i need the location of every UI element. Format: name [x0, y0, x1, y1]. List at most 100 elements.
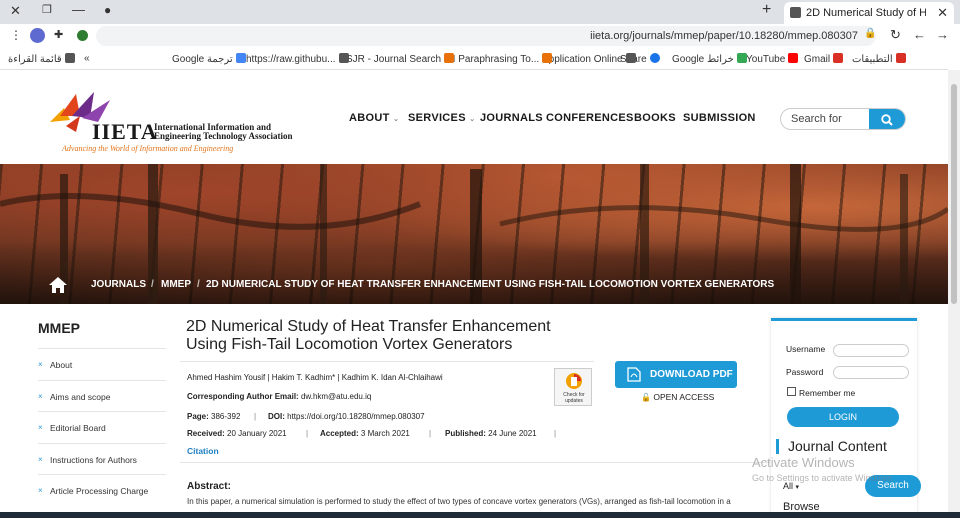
bookmark-reading-list[interactable]: قائمة القراءة [8, 53, 75, 65]
activate-windows-watermark: Activate Windows [752, 455, 855, 470]
paper-accepted: Accepted: 3 March 2021 [320, 429, 410, 438]
password-label: Password [786, 367, 824, 377]
github-icon [338, 53, 349, 63]
home-icon[interactable] [48, 276, 68, 294]
bookmark-sjr[interactable]: SJR - Journal Search [346, 53, 455, 65]
menu-kebab-icon[interactable]: ⋮ [10, 28, 22, 42]
bullet-icon: × [38, 360, 43, 369]
paper-doi: DOI: https://doi.org/10.18280/mmep.08030… [268, 412, 425, 421]
open-access-badge: 🔓 OPEN ACCESS [641, 392, 715, 402]
scrollbar-thumb[interactable] [951, 84, 957, 304]
logo-text: IIETA [92, 119, 158, 144]
site-search[interactable]: Search for [780, 108, 906, 130]
sidebar-item-about[interactable]: × About [38, 348, 166, 379]
sidebar-item-aims[interactable]: × Aims and scope [38, 380, 166, 411]
share-icon [649, 53, 660, 63]
nav-books[interactable]: BOOKS [634, 112, 676, 124]
bullet-icon: × [38, 392, 43, 401]
divider [180, 462, 770, 463]
youtube-icon [788, 53, 799, 63]
download-pdf-button[interactable]: DOWNLOAD PDF [615, 361, 737, 388]
citation-link[interactable]: Citation [187, 446, 219, 456]
paper-authors[interactable]: Ahmed Hashim Yousif | Hakim T. Kadhim* |… [187, 373, 443, 382]
remember-me-checkbox[interactable] [787, 387, 796, 396]
back-icon[interactable]: ← [913, 27, 926, 42]
lock-icon[interactable]: 🔒 [864, 28, 876, 39]
crossmark-icon [566, 373, 582, 389]
browser-tab[interactable]: 2D Numerical Study of Heat Tran ✕ [784, 2, 954, 24]
login-button[interactable]: LOGIN [787, 407, 899, 427]
bookmark-raw-github[interactable]: https://raw.githubu... [246, 53, 349, 65]
bullet-icon: × [38, 423, 43, 432]
tab-close-icon[interactable]: ✕ [937, 5, 948, 21]
breadcrumb-mmep[interactable]: MMEP [161, 279, 191, 290]
sjr-icon [444, 53, 455, 63]
nav-journals[interactable]: JOURNALS [480, 112, 543, 124]
nav-services[interactable]: SERVICES ⌄ [408, 112, 475, 124]
paper-title: 2D Numerical Study of Heat Transfer Enha… [186, 318, 551, 353]
site-logo[interactable]: IIETA International Information and Engi… [46, 86, 310, 158]
meta-separator: | [429, 429, 432, 438]
nav-conferences[interactable]: CONFERENCES [546, 112, 634, 124]
download-pdf-label: DOWNLOAD PDF [650, 369, 733, 380]
password-input[interactable] [833, 366, 909, 379]
minimize-window-icon[interactable]: — [72, 2, 85, 17]
meta-separator: | [554, 429, 557, 438]
nav-submission[interactable]: SUBMISSION [683, 112, 756, 124]
site-header: IIETA International Information and Engi… [0, 70, 948, 164]
logo-tagline: Advancing the World of Information and E… [62, 144, 234, 153]
reload-icon[interactable]: ↻ [890, 27, 901, 43]
hero-banner: JOURNALS / MMEP / 2D NUMERICAL STUDY OF … [0, 164, 948, 304]
sidebar-item-instructions[interactable]: × Instructions for Authors [38, 443, 166, 474]
browser-tab-bar: ✕ ❐ — ● + 2D Numerical Study of Heat Tra… [0, 0, 960, 24]
chevron-down-icon: ⌄ [392, 116, 400, 123]
search-input[interactable]: Search for [791, 113, 842, 125]
application-icon [625, 53, 636, 63]
new-tab-icon[interactable]: + [762, 1, 771, 19]
tab-search-icon[interactable]: ● [104, 3, 111, 17]
gmail-icon [833, 53, 844, 63]
username-input[interactable] [833, 344, 909, 357]
paper-pages: Page: 386-392 [187, 412, 241, 421]
bookmark-gmail[interactable]: Gmail [804, 53, 844, 65]
logo-line2: Engineering Technology Association [154, 131, 293, 141]
corresponding-email[interactable]: dw.hkm@atu.edu.iq [301, 392, 371, 401]
restore-window-icon[interactable]: ❐ [42, 3, 52, 16]
doi-link[interactable]: https://doi.org/10.18280/mmep.080307 [287, 412, 424, 421]
profile-avatar[interactable] [30, 28, 45, 43]
chevron-down-icon: ▾ [795, 484, 800, 491]
crossmark-label: Check for updates [563, 392, 585, 404]
paraphrasing-icon [542, 53, 553, 63]
breadcrumb-journals[interactable]: JOURNALS [91, 279, 146, 290]
sidebar-item-editorial-board[interactable]: × Editorial Board [38, 411, 166, 442]
search-button[interactable] [869, 109, 905, 129]
bookmark-google-maps[interactable]: Google خرائط [672, 53, 747, 65]
bookmarks-overflow-icon[interactable]: « [84, 53, 90, 64]
bullet-icon: × [38, 455, 43, 464]
bookmark-apps[interactable]: التطبيقات [852, 53, 906, 65]
paper-published: Published: 24 June 2021 [445, 429, 537, 438]
breadcrumb-separator: / [197, 279, 200, 290]
extensions-icon[interactable]: ✚ [54, 28, 63, 41]
extension-icon[interactable] [77, 30, 88, 41]
close-window-icon[interactable]: ✕ [10, 3, 21, 19]
journal-content-heading: Journal Content [776, 439, 887, 454]
os-taskbar [0, 512, 960, 518]
abstract-heading: Abstract: [187, 481, 231, 492]
url-field[interactable]: iieta.org/journals/mmep/paper/10.18280/m… [96, 26, 876, 46]
url-text: iieta.org/journals/mmep/paper/10.18280/m… [590, 30, 858, 42]
sidebar-title: MMEP [38, 320, 80, 336]
remember-me-label: Remember me [799, 388, 856, 398]
bookmark-application-online[interactable]: Application Online [542, 53, 636, 65]
nav-about[interactable]: ABOUT ⌄ [349, 112, 399, 124]
forward-icon[interactable]: → [936, 27, 949, 42]
crossmark-badge[interactable]: Check for updates [554, 368, 592, 406]
bookmark-ai-paraphrasing[interactable]: AI Paraphrasing To... [446, 53, 553, 65]
paper-received: Received: 20 January 2021 [187, 429, 287, 438]
sidebar-item-apc[interactable]: × Article Processing Charge [38, 474, 166, 505]
bookmark-youtube[interactable]: YouTube [746, 53, 799, 65]
search-icon [881, 114, 893, 126]
bookmark-google-translate[interactable]: Google ترجمة [172, 53, 246, 65]
page-scrollbar[interactable] [948, 70, 960, 518]
unlock-icon: 🔓 [641, 393, 651, 402]
